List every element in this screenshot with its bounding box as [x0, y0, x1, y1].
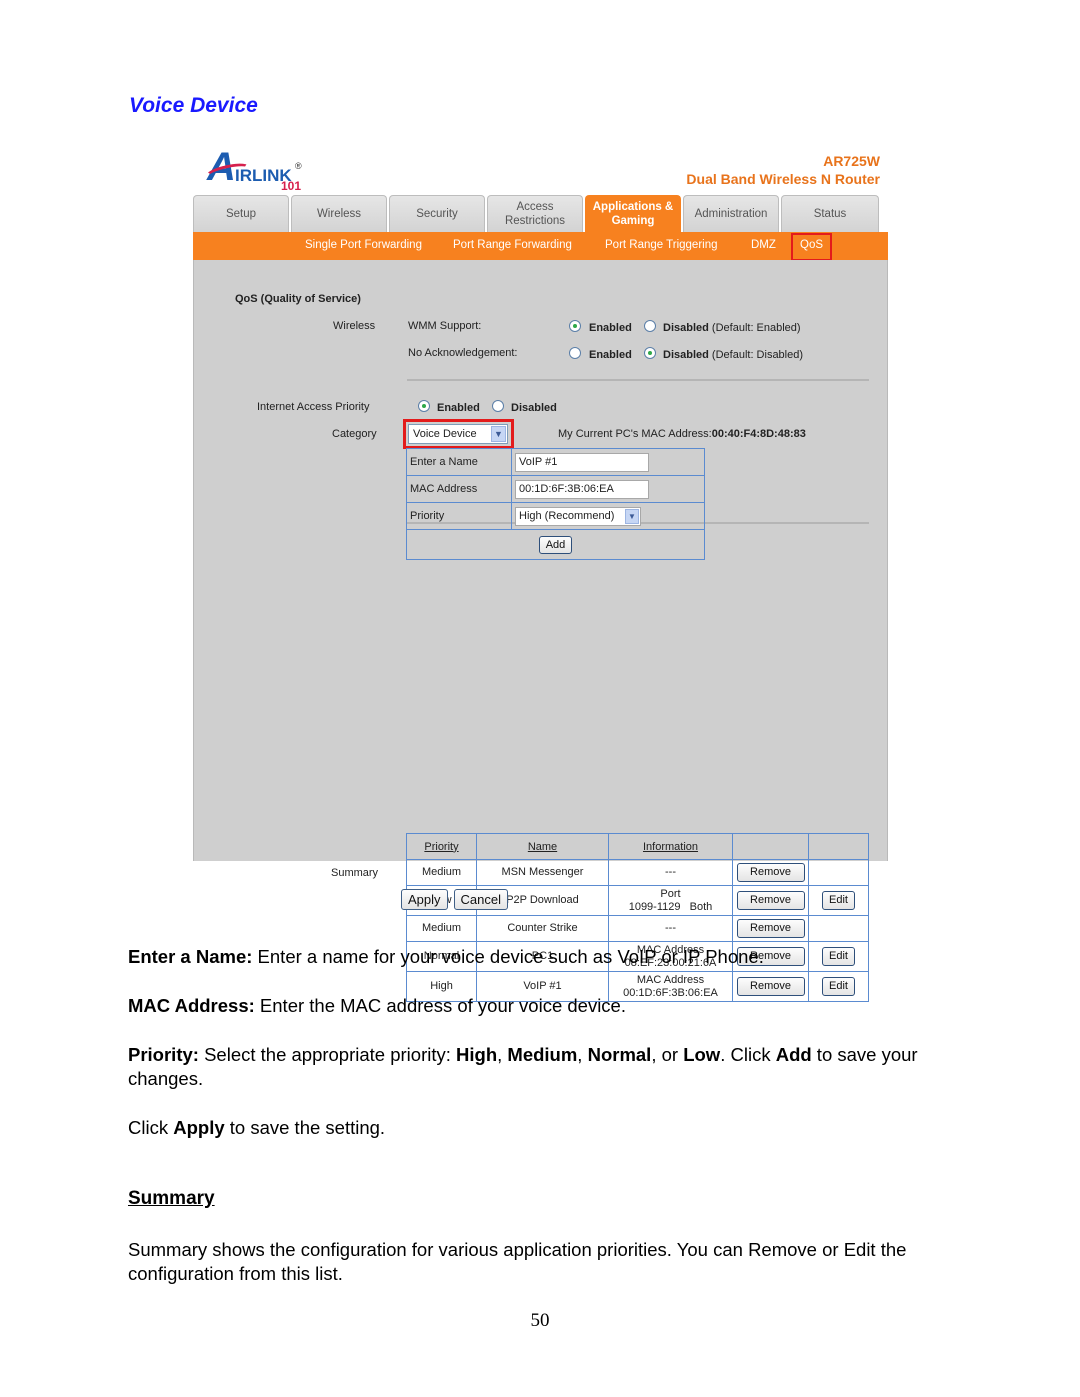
remove-button[interactable]: Remove: [736, 919, 805, 938]
product-name: Dual Band Wireless N Router: [686, 171, 880, 187]
noack-default-note: (Default: Disabled): [711, 349, 804, 361]
tab-administration[interactable]: Administration: [683, 195, 779, 232]
paragraph-priority: Priority: Select the appropriate priorit…: [128, 1044, 918, 1089]
tab-status[interactable]: Status: [781, 195, 879, 232]
edit-button[interactable]: Edit: [822, 947, 855, 966]
row-name: MSN Messenger: [476, 859, 609, 886]
paragraph-apply: Click Apply to save the setting.: [128, 1117, 386, 1138]
row-priority: Medium: [406, 915, 477, 942]
category-label: Category: [332, 428, 377, 440]
qos-heading: QoS (Quality of Service): [235, 293, 361, 305]
subnav-port-range-triggering[interactable]: Port Range Triggering: [605, 239, 718, 251]
edit-button[interactable]: Edit: [822, 891, 855, 910]
col-information-header: Information: [608, 833, 733, 860]
noack-enabled-label: Enabled: [589, 349, 632, 361]
divider: [407, 379, 869, 381]
tab-access-restrictions[interactable]: Access Restrictions: [487, 195, 583, 232]
iap-enabled-label: Enabled: [437, 402, 480, 414]
row-information: MAC Address 00:1D:6F:3B:06:EA: [608, 971, 733, 1002]
row-priority: Medium: [406, 859, 477, 886]
internet-access-priority-label: Internet Access Priority: [257, 401, 370, 413]
remove-button[interactable]: Remove: [736, 891, 805, 910]
wmm-disabled-radio[interactable]: [644, 320, 656, 332]
paragraph-mac-address: MAC Address: Enter the MAC address of yo…: [128, 995, 626, 1016]
paragraph-summary: Summary shows the configuration for vari…: [128, 1239, 907, 1284]
page-number: 50: [530, 1310, 550, 1331]
summary-row: Medium Counter Strike --- Remove: [406, 915, 869, 942]
sub-navigation: Single Port Forwarding Port Range Forwar…: [193, 232, 888, 261]
my-mac-label: My Current PC's MAC Address:: [558, 428, 712, 440]
edit-button[interactable]: Edit: [822, 977, 855, 996]
name-label: Enter a Name: [406, 448, 512, 476]
name-input[interactable]: VoIP #1: [515, 452, 649, 472]
noack-disabled-radio[interactable]: [644, 347, 656, 359]
my-mac-value: 00:40:F4:8D:48:83: [711, 428, 806, 440]
row-information: Port 1099-1129 Both: [608, 885, 733, 916]
no-ack-label: No Acknowledgement:: [408, 347, 518, 359]
wmm-support-label: WMM Support:: [408, 320, 482, 332]
add-device-form: Enter a Name VoIP #1 MAC Address 00:1D:6…: [406, 448, 705, 560]
tab-wireless[interactable]: Wireless: [291, 195, 387, 232]
tab-security[interactable]: Security: [389, 195, 485, 232]
airlink-logo: A IRLINK ® 101: [204, 147, 315, 193]
apply-button[interactable]: Apply: [401, 889, 448, 910]
mac-label: MAC Address: [406, 475, 512, 503]
mac-input[interactable]: 00:1D:6F:3B:06:EA: [515, 479, 649, 499]
remove-button[interactable]: Remove: [736, 977, 805, 996]
wmm-enabled-label: Enabled: [589, 322, 632, 334]
add-button[interactable]: Add: [538, 535, 573, 554]
chevron-down-icon: ▼: [625, 508, 639, 524]
row-information: ---: [608, 859, 733, 886]
cancel-button[interactable]: Cancel: [453, 889, 508, 910]
noack-enabled-radio[interactable]: [569, 347, 581, 359]
wmm-enabled-radio[interactable]: [569, 320, 581, 332]
col-priority-header: Priority: [406, 833, 477, 860]
iap-disabled-radio[interactable]: [492, 400, 504, 412]
category-highlight-box: [403, 419, 514, 449]
priority-select[interactable]: High (Recommend) ▼: [515, 506, 641, 526]
qos-highlight-box: [791, 233, 832, 261]
remove-button[interactable]: Remove: [736, 863, 805, 882]
wmm-default-note: (Default: Enabled): [711, 322, 801, 334]
router-screenshot: A IRLINK ® 101 AR725W Dual Band Wireless…: [193, 143, 888, 1002]
summary-table: Priority Name Information Medium MSN Mess…: [406, 833, 869, 1002]
product-title: AR725W Dual Band Wireless N Router: [686, 153, 880, 187]
noack-disabled-label: Disabled: [663, 349, 709, 361]
qos-panel: QoS (Quality of Service) Wireless WMM Su…: [193, 260, 888, 1002]
tab-applications-gaming[interactable]: Applications & Gaming: [585, 195, 681, 232]
priority-label: Priority: [406, 502, 512, 530]
iap-disabled-label: Disabled: [511, 402, 557, 414]
paragraph-enter-name: Enter a Name: Enter a name for your voic…: [128, 946, 764, 967]
subnav-dmz[interactable]: DMZ: [751, 239, 776, 251]
wmm-disabled-label: Disabled: [663, 322, 709, 334]
summary-heading: Summary: [128, 1188, 215, 1209]
row-name: Counter Strike: [476, 915, 609, 942]
priority-value: High (Recommend): [519, 509, 615, 522]
model-name: AR725W: [823, 153, 880, 169]
col-name-header: Name: [476, 833, 609, 860]
iap-enabled-radio[interactable]: [418, 400, 430, 412]
main-tabs: Setup Wireless Security Access Restricti…: [193, 195, 888, 232]
section-title: Voice Device: [129, 94, 258, 117]
row-information: ---: [608, 915, 733, 942]
tab-setup[interactable]: Setup: [193, 195, 289, 232]
summary-row: Medium MSN Messenger --- Remove: [406, 859, 869, 886]
summary-label: Summary: [331, 867, 379, 879]
form-actions: Apply Cancel: [401, 889, 508, 910]
subnav-port-range-forwarding[interactable]: Port Range Forwarding: [453, 239, 572, 251]
subnav-single-port-forwarding[interactable]: Single Port Forwarding: [305, 239, 422, 251]
wireless-label: Wireless: [333, 320, 376, 332]
